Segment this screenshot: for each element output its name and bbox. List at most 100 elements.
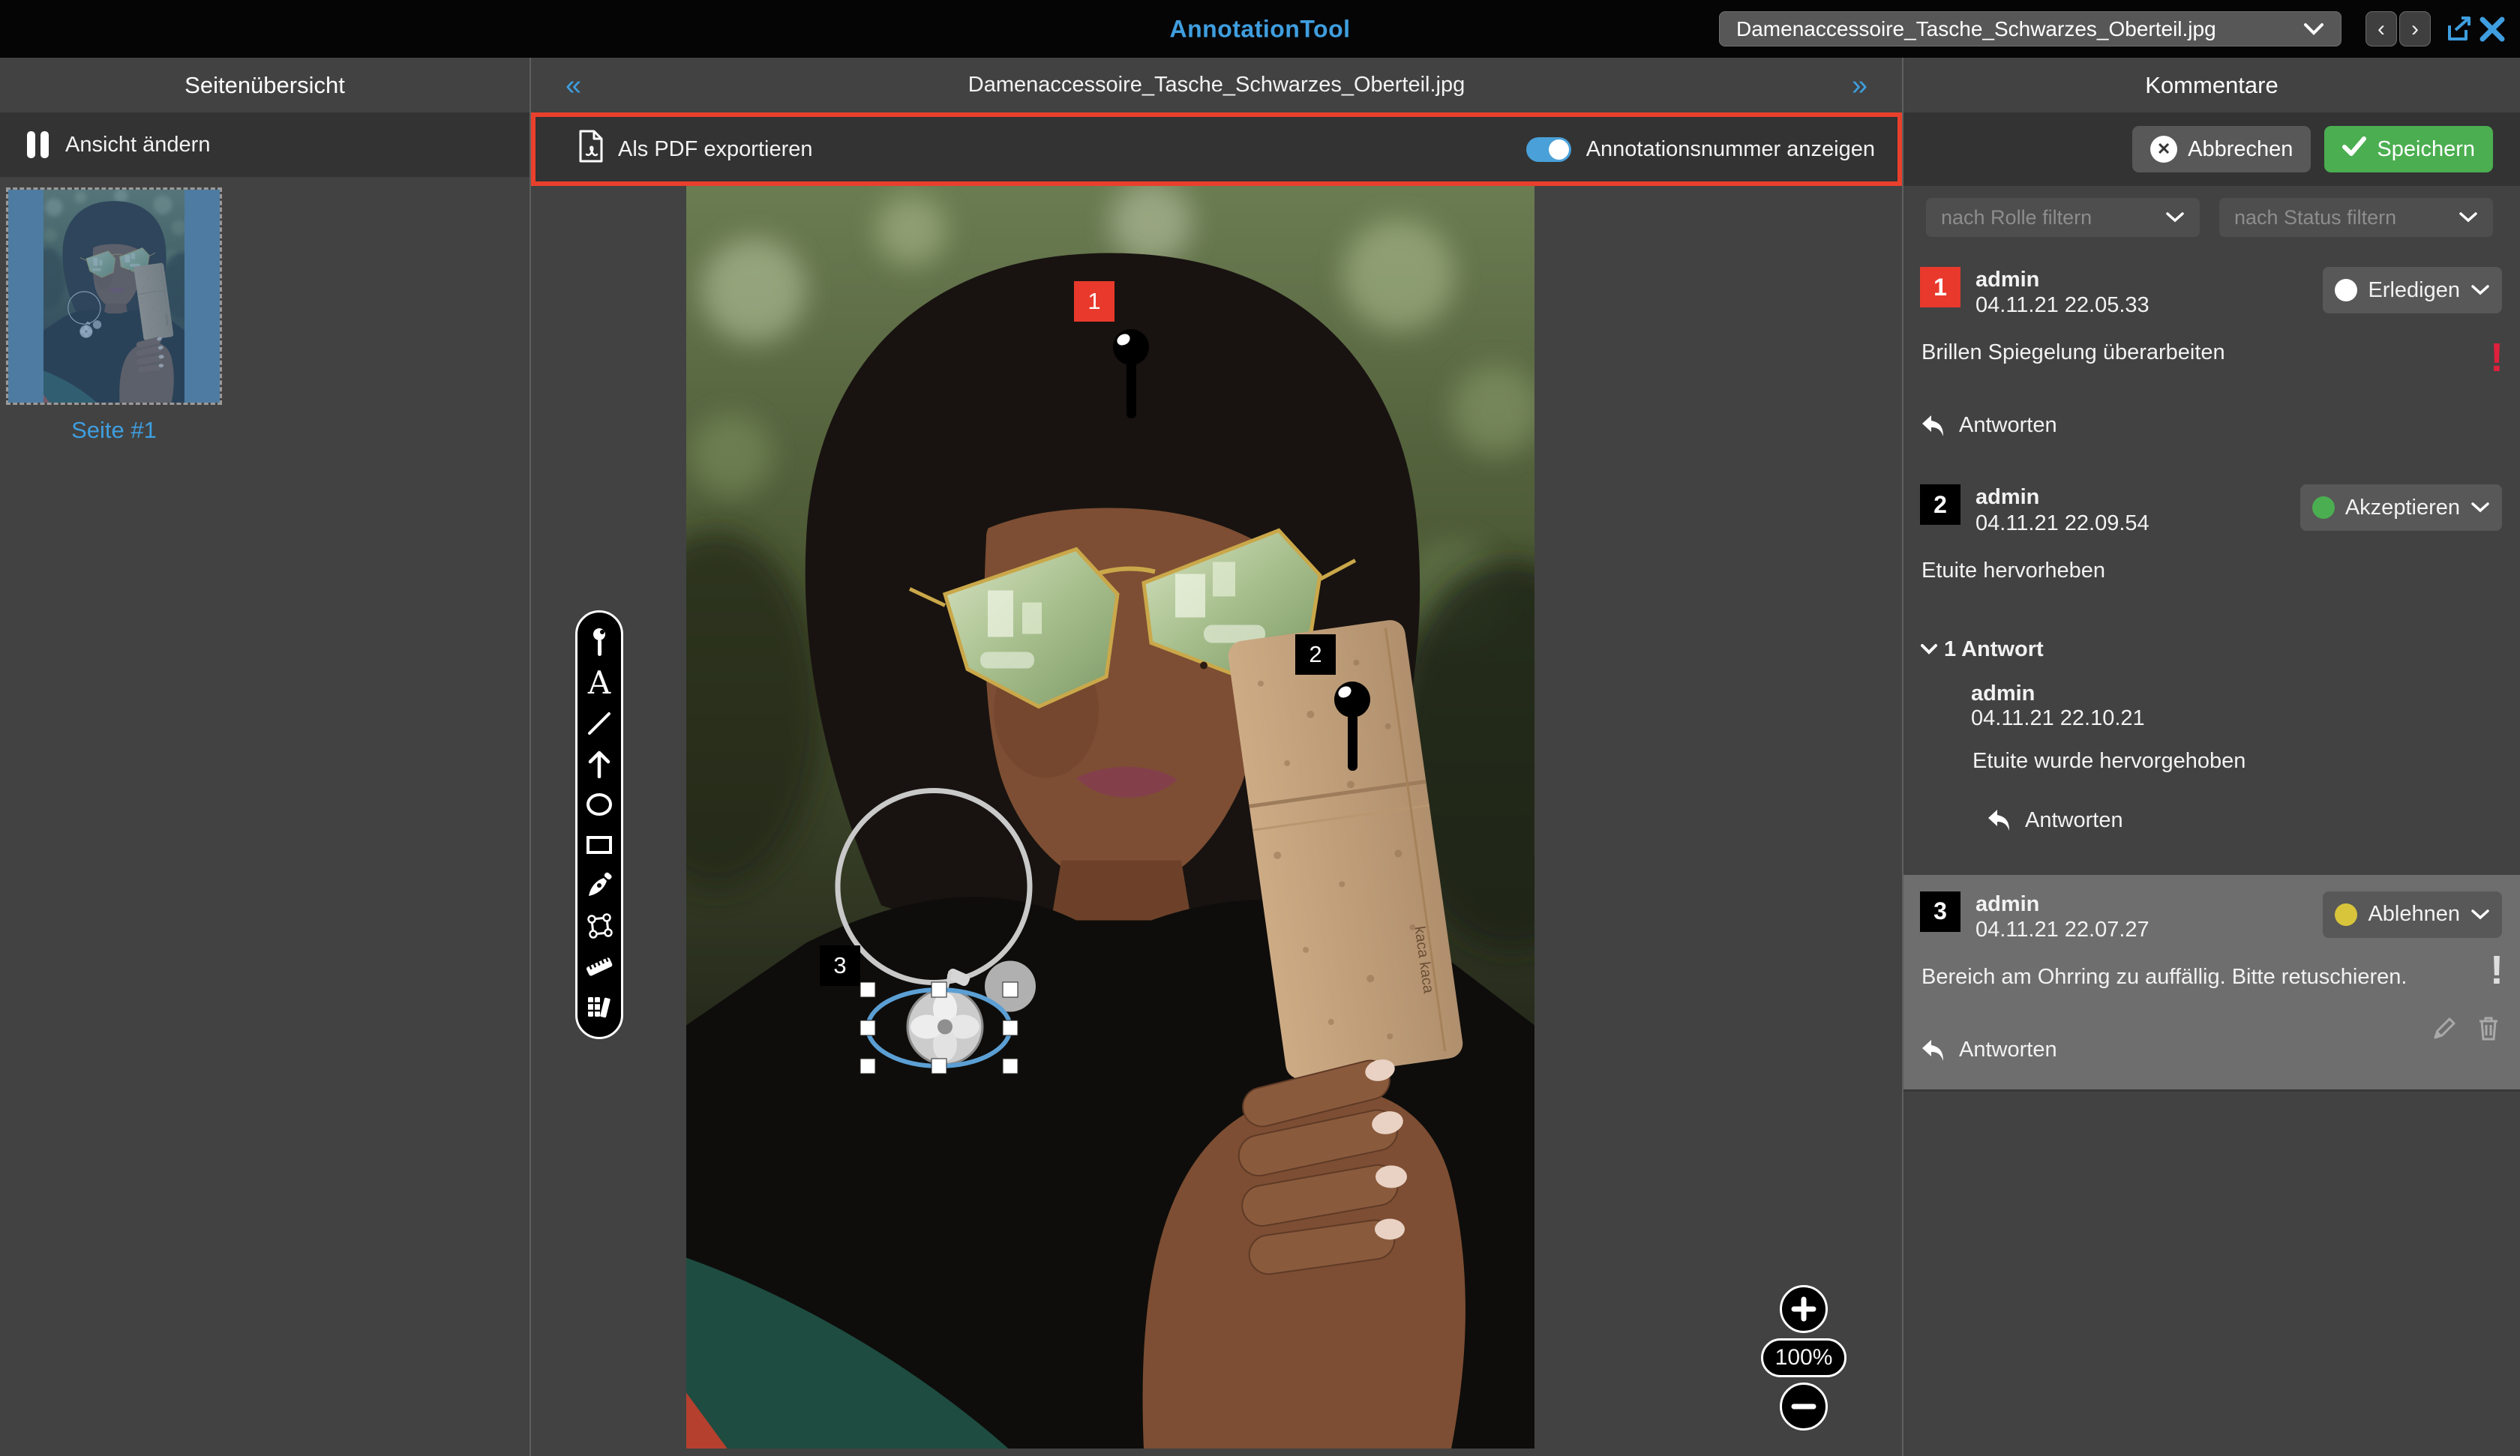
cancel-circle-x-icon: ✕ [2150,136,2177,163]
replies-count-label: 1 Antwort [1944,637,2044,662]
status-dot-icon [2312,496,2335,519]
chevron-down-icon [2470,284,2490,296]
zoom-level-indicator[interactable]: 100% [1761,1338,1847,1377]
comments-actions-row: ✕ Abbrechen Speichern [1904,112,2520,186]
check-icon [2342,136,2366,163]
pages-library-icon[interactable] [584,992,614,1022]
next-file-button[interactable]: › [2399,11,2431,46]
selected-ellipse-annotation[interactable] [856,978,1022,1077]
viewer-image-title: Damenaccessoire_Tasche_Schwarzes_Obertei… [968,73,1466,97]
reply-timestamp: 04.11.21 22.10.21 [1971,706,2502,731]
status-filter-select[interactable]: nach Status filtern [2219,198,2493,237]
close-icon[interactable] [2478,15,2506,47]
pdf-file-icon [578,130,604,169]
page-label[interactable]: Seite #1 [0,417,228,444]
status-filter-placeholder: nach Status filtern [2234,206,2396,229]
cancel-button[interactable]: ✕ Abbrechen [2132,126,2311,172]
save-button[interactable]: Speichern [2324,126,2493,172]
minus-icon [1791,1394,1816,1419]
comment-item-2[interactable]: 2 admin 04.11.21 22.09.54 Akzeptieren Et… [1904,480,2520,841]
chevron-down-icon [2470,502,2490,514]
file-select-value: Damenaccessoire_Tasche_Schwarzes_Obertei… [1736,17,2216,41]
pin-annotation-1[interactable] [1113,328,1149,421]
cancel-label: Abbrechen [2188,137,2293,162]
ruler-tool-icon[interactable] [584,951,614,981]
app-title: AnnotationTool [1170,15,1351,43]
annotation-marker-1[interactable]: 1 [1074,281,1114,322]
delete-trash-icon[interactable] [2475,1014,2502,1041]
edit-pencil-icon[interactable] [2432,1014,2458,1041]
comment-item-3-selected[interactable]: 3 admin 04.11.21 22.07.27 Ablehnen Berei… [1904,875,2520,1092]
comment-status-dropdown[interactable]: Akzeptieren [2300,484,2502,531]
pin-tool-icon[interactable] [584,628,614,658]
comment-status-dropdown[interactable]: Ablehnen [2323,891,2502,938]
reply-label: Antworten [2025,808,2123,833]
status-dot-icon [2335,903,2357,926]
status-label: Erledigen [2368,278,2460,303]
annotation-marker-2[interactable]: 2 [1295,634,1336,675]
zoom-in-button[interactable] [1780,1285,1828,1333]
priority-exclamation-icon: ! [2490,950,2504,990]
file-select-dropdown[interactable]: Damenaccessoire_Tasche_Schwarzes_Obertei… [1719,11,2342,46]
chevron-down-icon [2470,909,2490,921]
comment-text: Etuite hervorheben [1922,559,2502,583]
reply-button[interactable]: Antworten [1986,808,2123,833]
reply-arrow-icon [1920,414,1946,438]
annotation-number-toggle-label: Annotationsnummer anzeigen [1586,137,1875,162]
export-pdf-button[interactable]: Als PDF exportieren [578,130,813,169]
page-overview-panel: Seitenübersicht Ansicht ändern Seite #1 [0,58,531,1456]
annotated-image[interactable]: 1 2 3 [686,186,1534,1449]
thumbnail-letterbox-left [8,190,44,403]
comment-text: Brillen Spiegelung überarbeiten [1922,340,2502,365]
rectangle-tool-icon[interactable] [584,830,614,860]
comments-list: 1 admin 04.11.21 22.05.33 Erledigen Bril… [1904,243,2520,1092]
comments-panel: Kommentare ✕ Abbrechen Speichern nach Ro… [1902,58,2520,1456]
zoom-out-button[interactable] [1780,1383,1828,1431]
comment-reply: admin 04.11.21 22.10.21 Etuite wurde her… [1971,682,2502,833]
comment-timestamp: 04.11.21 22.07.27 [1976,917,2150,942]
change-view-label: Ansicht ändern [65,133,210,157]
comments-panel-title: Kommentare [1904,58,2520,112]
save-label: Speichern [2377,137,2475,162]
change-view-button[interactable]: Ansicht ändern [0,112,530,177]
comment-author: admin [1976,267,2150,292]
line-tool-icon[interactable] [584,709,614,738]
arrow-tool-icon[interactable] [584,749,614,779]
comment-author: admin [1976,484,2150,510]
annotation-number-toggle[interactable] [1526,137,1571,162]
status-dot-icon [2335,279,2357,301]
annotation-marker-3[interactable]: 3 [820,945,860,986]
export-pdf-label: Als PDF exportieren [618,137,813,162]
comment-author: admin [1976,891,2150,917]
reply-arrow-icon [1920,1038,1946,1062]
viewer-area: « Damenaccessoire_Tasche_Schwarzes_Obert… [531,58,1902,1456]
comment-timestamp: 04.11.21 22.05.33 [1976,292,2150,318]
zoom-controls: 100% [1762,1285,1845,1431]
columns-icon [27,131,49,158]
share-icon[interactable] [2445,15,2474,47]
next-page-arrow[interactable]: » [1852,71,1868,100]
role-filter-select[interactable]: nach Rolle filtern [1926,198,2200,237]
comment-status-dropdown[interactable]: Erledigen [2323,267,2502,313]
comment-item-1[interactable]: 1 admin 04.11.21 22.05.33 Erledigen Bril… [1904,262,2520,447]
chevron-down-icon [2165,211,2185,223]
comment-timestamp: 04.11.21 22.09.54 [1976,511,2150,536]
pen-tool-icon[interactable] [584,870,614,900]
page-thumbnail[interactable] [6,187,222,405]
role-filter-placeholder: nach Rolle filtern [1941,206,2092,229]
polygon-tool-icon[interactable] [584,911,614,941]
comment-edit-actions [2432,1014,2502,1041]
comment-number-badge: 3 [1920,891,1960,932]
top-bar: AnnotationTool Damenaccessoire_Tasche_Sc… [0,0,2520,58]
pin-annotation-2[interactable] [1334,681,1370,774]
replies-collapse-toggle[interactable]: 1 Antwort [1920,637,2044,662]
annotation-tool-palette: A [575,610,623,1039]
text-tool-icon[interactable]: A [584,668,614,698]
ellipse-tool-icon[interactable] [584,789,614,819]
previous-page-arrow[interactable]: « [566,71,581,100]
reply-button[interactable]: Antworten [1920,413,2057,438]
comment-number-badge: 1 [1920,267,1960,307]
reply-arrow-icon [1986,808,2012,832]
reply-button[interactable]: Antworten [1920,1038,2057,1062]
previous-file-button[interactable]: ‹ [2366,11,2397,46]
